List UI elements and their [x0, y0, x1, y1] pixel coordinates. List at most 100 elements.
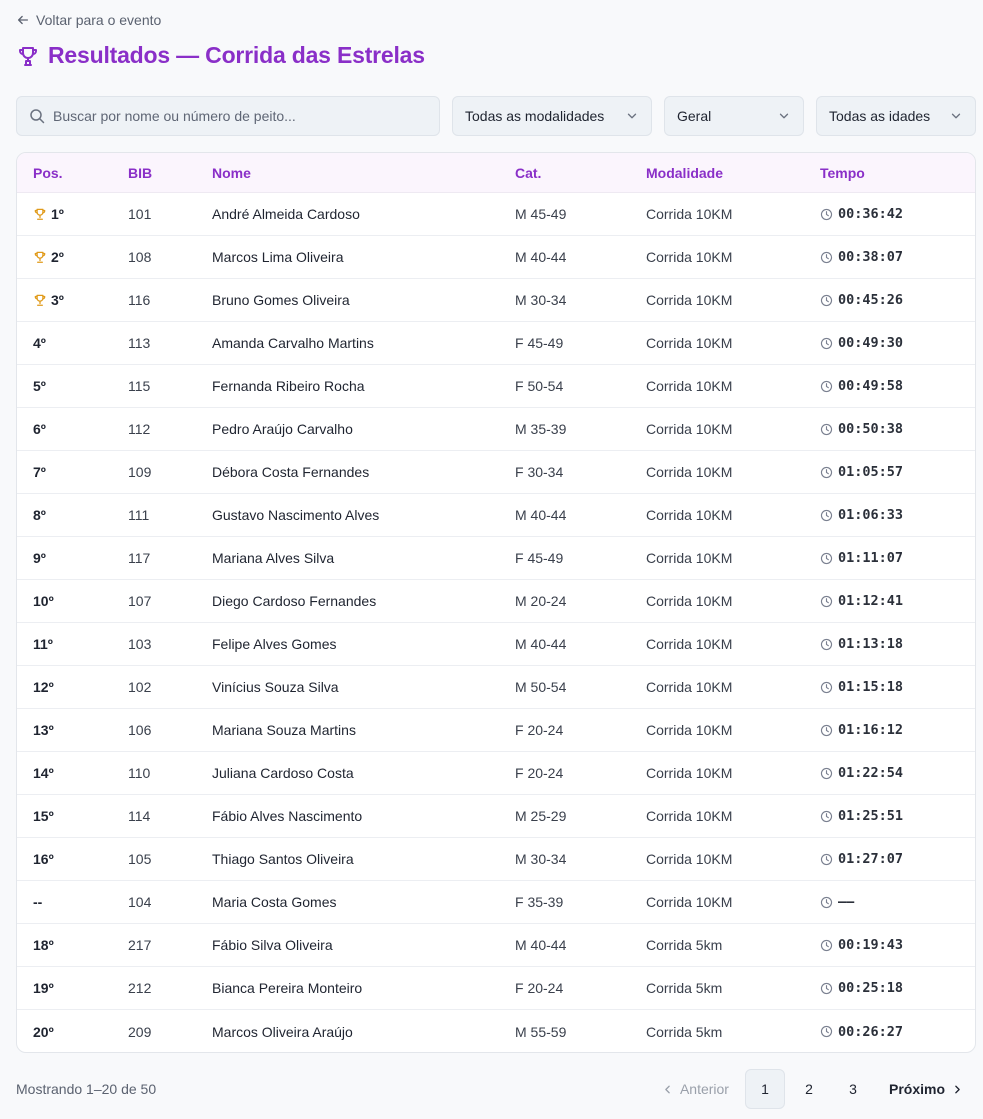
- position-value: 19º: [33, 980, 54, 996]
- table-row[interactable]: 7º 109 Débora Costa Fernandes F 30-34 Corrid…: [17, 451, 975, 494]
- table-row[interactable]: 15º 114 Fábio Alves Nascimento M 25-29 Corri…: [17, 795, 975, 838]
- row-time: 01:13:18: [820, 636, 903, 652]
- row-bib: 109: [128, 464, 152, 480]
- row-name: Thiago Santos Oliveira: [212, 851, 354, 867]
- row-bib: 217: [128, 937, 152, 953]
- row-name: Bianca Pereira Monteiro: [212, 980, 363, 996]
- gender-select[interactable]: Geral: [664, 96, 804, 136]
- chevron-down-icon: [779, 113, 789, 119]
- table-row[interactable]: 10º 107 Diego Cardoso Fernandes M 20-24 Corr…: [17, 580, 975, 623]
- row-time: 00:49:30: [820, 335, 903, 351]
- table-row[interactable]: 16º 105 Thiago Santos Oliveira M 30-34 Corri…: [17, 838, 975, 881]
- table-row[interactable]: 14º 110 Juliana Cardoso Costa F 20-24 Corrid…: [17, 752, 975, 795]
- row-modality: Corrida 10KM: [646, 679, 733, 695]
- table-row[interactable]: 20º 209 Marcos Oliveira Araújo M 55-59 Corri…: [17, 1010, 975, 1052]
- position-value: 14º: [33, 765, 54, 781]
- clock-icon: [820, 853, 833, 865]
- table-row[interactable]: 5º 115 Fernanda Ribeiro Rocha F 50-54 Corrid…: [17, 365, 975, 408]
- row-bib: 112: [128, 421, 151, 437]
- table-row[interactable]: 6º 112 Pedro Araújo Carvalho M 35-39 Corrida…: [17, 408, 975, 451]
- page-3-button[interactable]: 3: [833, 1069, 873, 1109]
- row-position: 8º: [33, 507, 46, 523]
- back-to-event-link[interactable]: Voltar para o evento: [16, 12, 161, 28]
- next-page-button[interactable]: Próximo: [877, 1069, 976, 1109]
- table-row[interactable]: 19º 212 Bianca Pereira Monteiro F 20-24 Corr…: [17, 967, 975, 1010]
- row-time: 00:49:58: [820, 378, 903, 394]
- table-row[interactable]: 9º 117 Mariana Alves Silva F 45-49 Corrida 1…: [17, 537, 975, 580]
- time-value: 01:27:07: [838, 851, 904, 867]
- row-bib: 116: [128, 292, 151, 308]
- row-time: 00:50:38: [820, 421, 903, 437]
- table-row[interactable]: 1º 101 André Almeida Cardoso M 45-49 Corrida…: [17, 193, 975, 236]
- row-category: M 40-44: [515, 937, 567, 953]
- search-icon: [30, 109, 45, 124]
- time-value: 00:45:26: [838, 292, 904, 308]
- row-modality: Corrida 10KM: [646, 464, 733, 480]
- row-name: Mariana Souza Martins: [212, 722, 356, 738]
- table-row[interactable]: -- 104 Maria Costa Gomes F 35-39 Corrida 10K…: [17, 881, 975, 924]
- page-2-button[interactable]: 2: [789, 1069, 829, 1109]
- page-1-button[interactable]: 1: [744, 1069, 785, 1109]
- position-value: 4º: [33, 335, 46, 351]
- position-value: --: [33, 894, 43, 910]
- row-bib: 108: [128, 249, 152, 265]
- clock-icon: [820, 982, 833, 994]
- position-value: 2º: [51, 249, 64, 265]
- page-title: Resultados — Corrida das Estrelas: [48, 42, 425, 68]
- row-bib: 102: [128, 679, 152, 695]
- row-position: 9º: [33, 550, 46, 566]
- row-position: 7º: [33, 464, 46, 480]
- table-row[interactable]: 4º 113 Amanda Carvalho Martins F 45-49 Corri…: [17, 322, 975, 365]
- row-position: 4º: [33, 335, 46, 351]
- header-bib[interactable]: BIB: [128, 165, 152, 181]
- table-row[interactable]: 13º 106 Mariana Souza Martins F 20-24 Corrid…: [17, 709, 975, 752]
- table-row[interactable]: 2º 108 Marcos Lima Oliveira M 40-44 Corrida …: [17, 236, 975, 279]
- modality-select[interactable]: Todas as modalidades: [452, 96, 652, 136]
- pagination: Anterior 1 2 3 Próximo: [649, 1069, 976, 1109]
- gender-select-value: Geral: [677, 108, 712, 124]
- row-category: F 30-34: [515, 464, 564, 480]
- header-name[interactable]: Nome: [212, 165, 251, 181]
- header-modality[interactable]: Modalidade: [646, 165, 723, 181]
- row-time: 01:15:18: [820, 679, 903, 695]
- table-row[interactable]: 12º 102 Vinícius Souza Silva M 50-54 Corrida…: [17, 666, 975, 709]
- row-name: Juliana Cardoso Costa: [212, 765, 354, 781]
- next-page-label: Próximo: [888, 1081, 945, 1097]
- row-bib: 114: [128, 808, 151, 824]
- search-input[interactable]: [53, 108, 439, 124]
- row-name: Débora Costa Fernandes: [212, 464, 370, 480]
- arrow-left-icon: [17, 15, 29, 25]
- row-time: 01:05:57: [820, 464, 903, 480]
- row-name: Mariana Alves Silva: [212, 550, 335, 566]
- time-value: ——: [838, 894, 855, 910]
- row-position: 2º: [33, 249, 64, 265]
- header-time[interactable]: Tempo: [820, 165, 865, 181]
- row-time: 01:22:54: [820, 765, 903, 781]
- prev-page-button[interactable]: Anterior: [649, 1069, 741, 1109]
- time-value: 01:15:18: [838, 679, 904, 695]
- header-pos[interactable]: Pos.: [33, 165, 63, 181]
- row-modality: Corrida 10KM: [646, 851, 733, 867]
- age-select[interactable]: Todas as idades: [816, 96, 976, 136]
- table-row[interactable]: 3º 116 Bruno Gomes Oliveira M 30-34 Corrida …: [17, 279, 975, 322]
- table-row[interactable]: 11º 103 Felipe Alves Gomes M 40-44 Corrida 1…: [17, 623, 975, 666]
- table-body: 1º 101 André Almeida Cardoso M 45-49 Corrida…: [17, 193, 975, 1052]
- filters-bar: Todas as modalidades Geral Todas as idad…: [16, 96, 976, 136]
- clock-icon: [820, 552, 833, 564]
- row-bib: 115: [128, 378, 151, 394]
- header-cat[interactable]: Cat.: [515, 165, 541, 181]
- table-row[interactable]: 8º 111 Gustavo Nascimento Alves M 40-44 Corr…: [17, 494, 975, 537]
- row-category: M 20-24: [515, 593, 567, 609]
- position-value: 3º: [51, 292, 64, 308]
- prev-page-label: Anterior: [679, 1081, 729, 1097]
- clock-icon: [820, 1025, 833, 1038]
- chevron-down-icon: [951, 113, 961, 119]
- position-value: 15º: [33, 808, 54, 824]
- row-bib: 110: [128, 765, 151, 781]
- table-row[interactable]: 18º 217 Fábio Silva Oliveira M 40-44 Corrida…: [17, 924, 975, 967]
- row-bib: 103: [128, 636, 152, 652]
- time-value: 01:06:33: [838, 507, 904, 523]
- chevron-left-icon: [665, 1085, 670, 1093]
- clock-icon: [820, 208, 833, 220]
- row-category: F 50-54: [515, 378, 564, 394]
